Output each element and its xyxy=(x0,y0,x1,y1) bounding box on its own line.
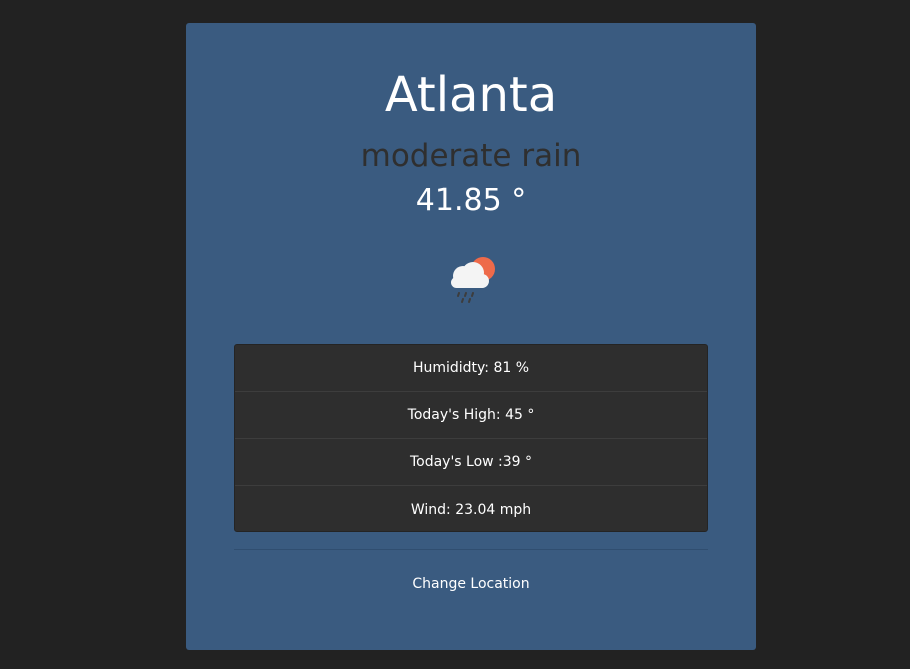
weather-condition: moderate rain xyxy=(360,138,582,174)
wind-row: Wind: 23.04 mph xyxy=(410,501,532,518)
city-name: Atlanta xyxy=(384,67,558,123)
weather-details-list: Humididty: 81 % Today's High: 45 ° Today… xyxy=(234,344,708,532)
rain-cloud-sun-icon xyxy=(443,251,499,307)
high-temp-row: Today's High: 45 ° xyxy=(235,392,707,439)
change-location-link[interactable]: Change Location xyxy=(186,575,756,593)
weather-card: Atlanta moderate rain 41.85 ° Humididty:… xyxy=(186,23,756,650)
temperature: 41.85 ° xyxy=(415,183,527,218)
humidity-row: Humididty: 81 % xyxy=(235,345,707,392)
divider xyxy=(234,549,708,550)
low-temp-row: Today's Low :39 ° xyxy=(235,439,707,486)
